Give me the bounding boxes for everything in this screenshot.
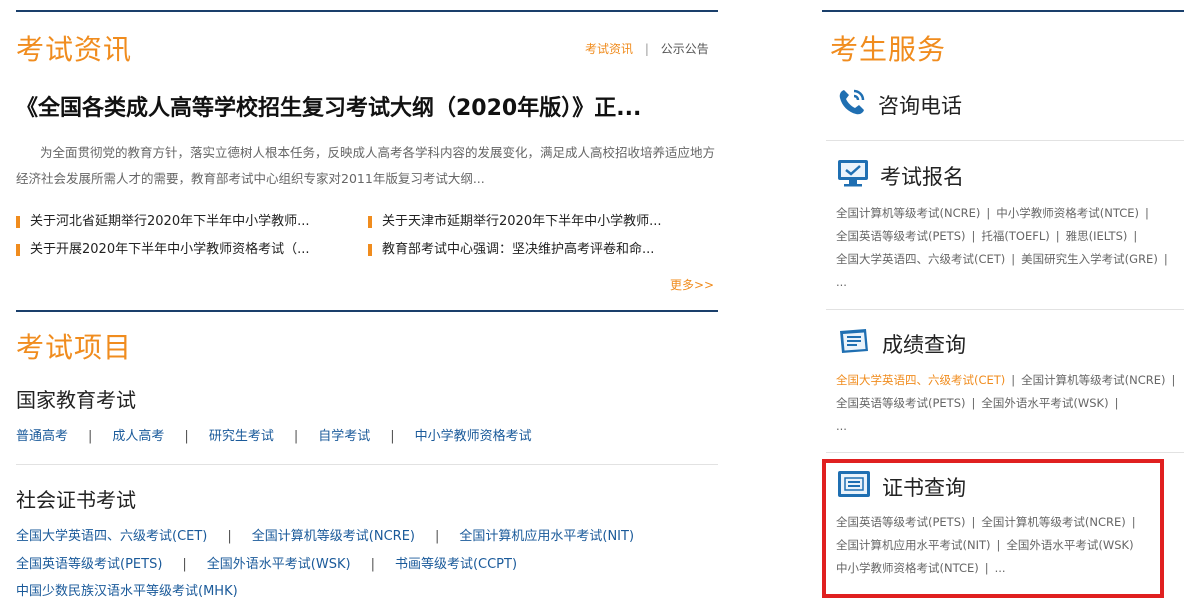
service-score-query[interactable]: 成绩查询: [836, 325, 966, 362]
link-separator: |: [971, 229, 976, 243]
links-line: 全国计算机等级考试(NCRE) | 中小学教师资格考试(NTCE) |: [836, 202, 1188, 225]
link-separator: |: [1011, 373, 1016, 387]
news-item[interactable]: 关于河北省延期举行2020年下半年中小学教师...: [16, 208, 309, 236]
link-ncre[interactable]: 全国计算机等级考试(NCRE): [1021, 373, 1165, 387]
social-exams-row-2: 全国英语等级考试(PETS) | 全国外语水平考试(WSK) | 书画等级考试(CCPT…: [16, 553, 517, 572]
link-separator: |: [227, 529, 232, 544]
link-separator: |: [1144, 206, 1149, 220]
social-exams-row-1: 全国大学英语四、六级考试(CET) | 全国计算机等级考试(NCRE) | 全国计算机应…: [16, 525, 634, 544]
news-list-right: 关于天津市延期举行2020年下半年中小学教师... 教育部考试中心强调：坚决维护…: [368, 208, 661, 264]
phone-icon: [836, 86, 878, 123]
service-consult-phone[interactable]: 咨询电话: [836, 86, 962, 123]
services-section-title: 考生服务: [830, 33, 947, 66]
link-gaokao[interactable]: 普通高考: [16, 429, 68, 444]
projects-divider: [16, 464, 718, 465]
link-graduate-exam[interactable]: 研究生考试: [209, 429, 274, 444]
news-section-title: 考试资讯: [16, 33, 133, 66]
link-teacher-qualification[interactable]: 中小学教师资格考试: [415, 429, 532, 444]
link-separator: |: [1114, 396, 1119, 410]
link-ncre[interactable]: 全国计算机等级考试(NCRE): [836, 206, 980, 220]
link-ccpt[interactable]: 书画等级考试(CCPT): [395, 557, 517, 572]
link-wsk[interactable]: 全国外语水平考试(WSK): [207, 557, 351, 572]
link-separator: |: [1055, 229, 1060, 243]
certificate-highlight-box: [822, 459, 1164, 598]
link-mhk[interactable]: 中国少数民族汉语水平等级考试(MHK): [16, 584, 238, 599]
link-separator: |: [1171, 373, 1176, 387]
service-label: 考试报名: [880, 164, 964, 189]
services-divider: [826, 140, 1184, 141]
link-separator: |: [184, 429, 189, 444]
link-nit[interactable]: 全国计算机应用水平考试(NIT): [459, 529, 634, 544]
social-exams-title: 社会证书考试: [16, 488, 136, 512]
tab-separator: |: [644, 42, 649, 56]
link-pets[interactable]: 全国英语等级考试(PETS): [16, 557, 162, 572]
link-cet[interactable]: 全国大学英语四、六级考试(CET): [836, 373, 1005, 387]
tab-announcements[interactable]: 公示公告: [661, 42, 709, 56]
link-ntce[interactable]: 中小学教师资格考试(NTCE): [996, 206, 1139, 220]
projects-section-title: 考试项目: [16, 331, 133, 364]
social-exams-row-3: 中国少数民族汉语水平等级考试(MHK): [16, 580, 238, 599]
link-separator: |: [1163, 252, 1168, 266]
link-separator: |: [1133, 229, 1138, 243]
link-separator: |: [88, 429, 93, 444]
link-gre[interactable]: 美国研究生入学考试(GRE): [1021, 252, 1158, 266]
score-sheet-icon: [836, 325, 882, 362]
link-separator: |: [971, 396, 976, 410]
link-ielts[interactable]: 雅思(IELTS): [1066, 229, 1128, 243]
links-ellipsis[interactable]: ...: [836, 271, 1188, 294]
national-exams-title: 国家教育考试: [16, 388, 136, 412]
links-ellipsis[interactable]: ...: [836, 415, 1188, 438]
news-item[interactable]: 关于天津市延期举行2020年下半年中小学教师...: [368, 208, 661, 236]
services-top-rule: [822, 10, 1184, 12]
service-label: 成绩查询: [882, 332, 966, 357]
links-line: 全国大学英语四、六级考试(CET) | 全国计算机等级考试(NCRE) |: [836, 369, 1188, 392]
monitor-icon: [836, 157, 880, 194]
link-wsk[interactable]: 全国外语水平考试(WSK): [981, 396, 1108, 410]
services-divider: [826, 452, 1184, 453]
news-summary: 为全面贯彻党的教育方针，落实立德树人根本任务，反映成人高考各学科内容的发展变化，…: [16, 145, 716, 186]
link-separator: |: [293, 429, 299, 444]
news-list-left: 关于河北省延期举行2020年下半年中小学教师... 关于开展2020年下半年中小…: [16, 208, 309, 264]
link-separator: |: [986, 206, 991, 220]
news-top-rule: [16, 10, 718, 12]
service-registration[interactable]: 考试报名: [836, 157, 964, 194]
links-line: 全国大学英语四、六级考试(CET) | 美国研究生入学考试(GRE) |: [836, 248, 1188, 271]
news-item[interactable]: 教育部考试中心强调：坚决维护高考评卷和命...: [368, 236, 661, 264]
news-tabs: 考试资讯 | 公示公告: [585, 40, 709, 57]
link-adult-exam[interactable]: 成人高考: [112, 429, 164, 444]
news-headline[interactable]: 《全国各类成人高等学校招生复习考试大纲（2020年版）》正...: [16, 90, 641, 122]
news-more-link[interactable]: 更多>>: [670, 276, 714, 293]
link-self-study-exam[interactable]: 自学考试: [318, 429, 370, 444]
link-pets[interactable]: 全国英语等级考试(PETS): [836, 229, 966, 243]
services-divider: [826, 309, 1184, 310]
links-line: 全国英语等级考试(PETS) | 托福(TOEFL) | 雅思(IELTS) |: [836, 225, 1188, 248]
registration-links: 全国计算机等级考试(NCRE) | 中小学教师资格考试(NTCE) | 全国英语等级考…: [836, 202, 1188, 294]
link-separator: |: [182, 557, 187, 572]
link-separator: |: [370, 557, 375, 572]
links-line: 全国英语等级考试(PETS) | 全国外语水平考试(WSK) |: [836, 392, 1188, 415]
service-label: 咨询电话: [878, 93, 962, 118]
link-cet[interactable]: 全国大学英语四、六级考试(CET): [836, 252, 1005, 266]
link-separator: |: [1011, 252, 1016, 266]
link-pets[interactable]: 全国英语等级考试(PETS): [836, 396, 966, 410]
news-item[interactable]: 关于开展2020年下半年中小学教师资格考试（...: [16, 236, 309, 264]
national-exams-links: 普通高考 | 成人高考 | 研究生考试 | 自学考试 | 中小学教师资格考试: [16, 425, 532, 444]
link-separator: |: [434, 529, 440, 544]
link-separator: |: [390, 429, 395, 444]
tab-exam-news[interactable]: 考试资讯: [585, 42, 633, 56]
score-links: 全国大学英语四、六级考试(CET) | 全国计算机等级考试(NCRE) | 全国英语等…: [836, 369, 1188, 438]
link-ncre[interactable]: 全国计算机等级考试(NCRE): [252, 529, 415, 544]
link-cet[interactable]: 全国大学英语四、六级考试(CET): [16, 529, 207, 544]
link-toefl[interactable]: 托福(TOEFL): [981, 229, 1049, 243]
projects-top-rule: [16, 310, 718, 312]
